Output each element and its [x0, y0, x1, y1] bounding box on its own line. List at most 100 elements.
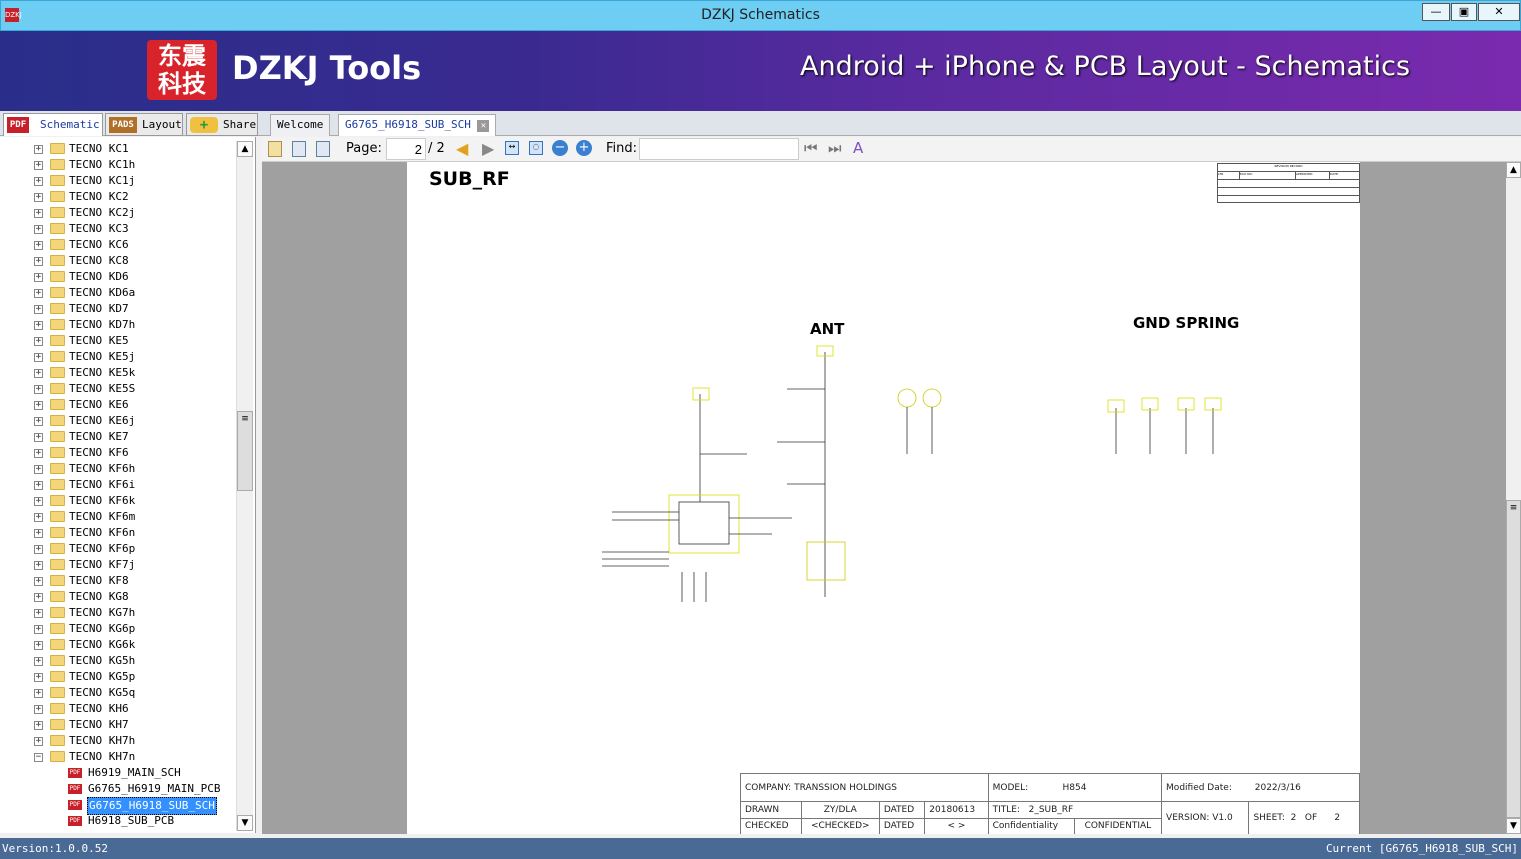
tree-scrollbar[interactable]: ▲ ≡ ▼ — [236, 141, 253, 831]
tab-layout[interactable]: PADS Layout — [105, 113, 183, 136]
expand-icon[interactable]: + — [34, 513, 43, 522]
rotate-left-icon[interactable] — [292, 141, 306, 157]
expand-icon[interactable]: + — [34, 465, 43, 474]
expand-icon[interactable]: + — [34, 209, 43, 218]
tree-folder[interactable]: + TECNO KF6p — [0, 541, 236, 557]
scroll-down-button[interactable]: ▼ — [237, 815, 253, 831]
zoom-in-icon[interactable]: + — [576, 140, 592, 156]
tree-folder[interactable]: + TECNO KE6 — [0, 397, 236, 413]
tree-folder[interactable]: + TECNO KF6m — [0, 509, 236, 525]
tree-folder[interactable]: + TECNO KG5q — [0, 685, 236, 701]
expand-icon[interactable]: + — [34, 145, 43, 154]
tree-folder[interactable]: + TECNO KC1j — [0, 173, 236, 189]
expand-icon[interactable]: + — [34, 161, 43, 170]
expand-icon[interactable]: + — [34, 497, 43, 506]
copy-icon[interactable] — [268, 141, 282, 157]
expand-icon[interactable]: + — [34, 641, 43, 650]
tree-folder[interactable]: + TECNO KH6 — [0, 701, 236, 717]
expand-icon[interactable]: + — [34, 721, 43, 730]
tree-folder[interactable]: + TECNO KD7h — [0, 317, 236, 333]
expand-icon[interactable]: + — [34, 529, 43, 538]
maximize-button[interactable]: ▣ — [1451, 3, 1477, 21]
expand-icon[interactable]: + — [34, 673, 43, 682]
tree-folder[interactable]: + TECNO KG6k — [0, 637, 236, 653]
tree-folder[interactable]: + TECNO KC1h — [0, 157, 236, 173]
expand-icon[interactable]: + — [34, 353, 43, 362]
tree-folder[interactable]: + TECNO KC8 — [0, 253, 236, 269]
find-input[interactable] — [639, 138, 799, 160]
tree-folder[interactable]: + TECNO KG7h — [0, 605, 236, 621]
expand-icon[interactable]: + — [34, 289, 43, 298]
tree-folder[interactable]: + TECNO KC6 — [0, 237, 236, 253]
scroll-thumb[interactable]: ≡ — [237, 411, 253, 491]
expand-icon[interactable]: + — [34, 481, 43, 490]
expand-icon[interactable]: + — [34, 625, 43, 634]
tree-folder[interactable]: + TECNO KE5S — [0, 381, 236, 397]
tab-schematic[interactable]: PDF Schematic — [3, 113, 103, 136]
tree-folder[interactable]: + TECNO KH7 — [0, 717, 236, 733]
expand-icon[interactable]: + — [34, 257, 43, 266]
tab-welcome[interactable]: Welcome — [270, 114, 331, 136]
fit-page-icon[interactable]: ◌ — [529, 141, 543, 155]
document-viewer[interactable]: SUB_RF REVISION RECORD LTR ECO NO: APPROVE… — [262, 162, 1506, 834]
tree-folder[interactable]: + TECNO KF6n — [0, 525, 236, 541]
tree-folder[interactable]: + TECNO KG5h — [0, 653, 236, 669]
page-input[interactable] — [386, 138, 426, 160]
expand-icon[interactable]: + — [34, 577, 43, 586]
expand-icon[interactable]: + — [34, 177, 43, 186]
expand-icon[interactable]: + — [34, 609, 43, 618]
highlight-icon[interactable]: A — [853, 139, 863, 157]
collapse-icon[interactable]: − — [34, 753, 43, 762]
expand-icon[interactable]: + — [34, 689, 43, 698]
expand-icon[interactable]: + — [34, 545, 43, 554]
expand-icon[interactable]: + — [34, 369, 43, 378]
tab-document[interactable]: G6765_H6918_SUB_SCH ✕ — [338, 114, 497, 136]
tree-folder[interactable]: + TECNO KF6k — [0, 493, 236, 509]
expand-icon[interactable]: + — [34, 737, 43, 746]
close-tab-icon[interactable]: ✕ — [477, 120, 490, 132]
expand-icon[interactable]: + — [34, 449, 43, 458]
tree-folder[interactable]: + TECNO KF6i — [0, 477, 236, 493]
expand-icon[interactable]: + — [34, 433, 43, 442]
expand-icon[interactable]: + — [34, 273, 43, 282]
expand-icon[interactable]: + — [34, 561, 43, 570]
expand-icon[interactable]: + — [34, 305, 43, 314]
tree-folder[interactable]: + TECNO KC2 — [0, 189, 236, 205]
tree-folder[interactable]: − TECNO KH7n — [0, 749, 236, 765]
tree-folder[interactable]: + TECNO KD6 — [0, 269, 236, 285]
expand-icon[interactable]: + — [34, 241, 43, 250]
next-page-icon[interactable]: ▶ — [482, 139, 494, 158]
rotate-right-icon[interactable] — [316, 141, 330, 157]
find-next-icon[interactable]: ⏭ — [828, 139, 842, 157]
expand-icon[interactable]: + — [34, 337, 43, 346]
expand-icon[interactable]: + — [34, 225, 43, 234]
find-previous-icon[interactable]: ⏮ — [804, 139, 818, 157]
tree-folder[interactable]: + TECNO KF7j — [0, 557, 236, 573]
expand-icon[interactable]: + — [34, 593, 43, 602]
close-button[interactable]: ✕ — [1478, 3, 1520, 21]
tree-file[interactable]: PDF G6765_H6918_SUB_SCH — [0, 797, 236, 815]
scroll-down-button[interactable]: ▼ — [1506, 818, 1521, 834]
tree-folder[interactable]: + TECNO KE5j — [0, 349, 236, 365]
tree-folder[interactable]: + TECNO KG5p — [0, 669, 236, 685]
expand-icon[interactable]: + — [34, 193, 43, 202]
viewer-scrollbar[interactable]: ▲ ≡ ▼ — [1506, 162, 1521, 834]
tree-file[interactable]: PDF H6919_MAIN_SCH — [0, 765, 236, 781]
tree-file[interactable]: PDF H6918_SUB_PCB — [0, 813, 236, 829]
zoom-out-icon[interactable]: − — [552, 140, 568, 156]
tree-folder[interactable]: + TECNO KE7 — [0, 429, 236, 445]
tree-folder[interactable]: + TECNO KC1 — [0, 141, 236, 157]
tree-folder[interactable]: + TECNO KG8 — [0, 589, 236, 605]
tree-folder[interactable]: + TECNO KE6j — [0, 413, 236, 429]
tree-folder[interactable]: + TECNO KH7h — [0, 733, 236, 749]
expand-icon[interactable]: + — [34, 321, 43, 330]
minimize-button[interactable]: — — [1422, 3, 1450, 21]
expand-icon[interactable]: + — [34, 417, 43, 426]
tree-folder[interactable]: + TECNO KE5 — [0, 333, 236, 349]
tree-folder[interactable]: + TECNO KC2j — [0, 205, 236, 221]
tree-folder[interactable]: + TECNO KF8 — [0, 573, 236, 589]
tab-share[interactable]: + Share — [186, 113, 258, 136]
scroll-up-button[interactable]: ▲ — [1506, 162, 1521, 178]
tree-folder[interactable]: + TECNO KG6p — [0, 621, 236, 637]
scroll-up-button[interactable]: ▲ — [237, 141, 253, 157]
